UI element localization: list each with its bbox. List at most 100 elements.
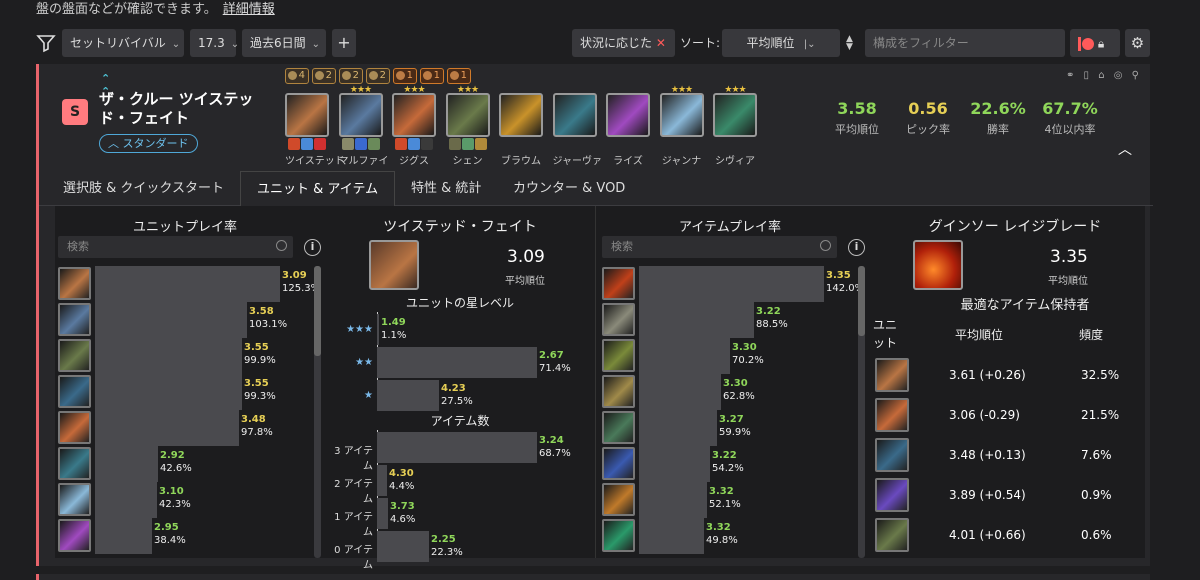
item-list-scrollbar[interactable] xyxy=(858,266,865,558)
unit-row[interactable]: 3.55 99.9% xyxy=(58,338,323,374)
item-row[interactable]: 3.22 54.2% xyxy=(602,446,867,482)
tab-options[interactable]: 選択肢 & クイックスタート xyxy=(47,171,240,207)
close-icon[interactable]: ✕ xyxy=(656,36,666,50)
holder-row[interactable]: 3.61 (+0.26) 32.5% xyxy=(875,358,1135,394)
unit-row[interactable]: 3.48 97.8% xyxy=(58,410,323,446)
unit-slot[interactable]: ★★★ シェン xyxy=(445,85,490,167)
item-row[interactable]: 3.35 142.0% xyxy=(602,266,867,302)
item-icon xyxy=(314,138,326,150)
trait-badge[interactable]: 1 xyxy=(393,68,417,84)
trait-badge[interactable]: 2 xyxy=(312,68,336,84)
unit-slot[interactable]: ツイステッド xyxy=(285,93,345,167)
unit-search-input[interactable]: 検索 xyxy=(58,236,293,258)
trait-badge[interactable]: 1 xyxy=(420,68,444,84)
item-row[interactable]: 3.22 88.5% xyxy=(602,302,867,338)
trait-badge[interactable]: 2 xyxy=(339,68,363,84)
item-icon xyxy=(408,138,420,150)
unit-row[interactable]: 2.95 38.4% xyxy=(58,518,323,554)
tab-traits-stats[interactable]: 特性 & 統計 xyxy=(395,171,497,207)
unit-row[interactable]: 2.92 42.6% xyxy=(58,446,323,482)
play-rate-bar xyxy=(639,266,824,302)
item-row[interactable]: 3.27 59.9% xyxy=(602,410,867,446)
sort-select[interactable]: 平均順位 |⌄ xyxy=(722,29,840,57)
set-select[interactable]: セットリバイバル ⌄ xyxy=(62,29,184,57)
unit-stars: ★★★ xyxy=(403,85,425,95)
unit-row[interactable]: 3.10 42.3% xyxy=(58,482,323,518)
item-thumb xyxy=(602,303,635,336)
sort-direction-icon[interactable]: ▲ ▼ xyxy=(846,35,853,52)
unit-row[interactable]: 3.55 99.3% xyxy=(58,374,323,410)
stat-bar xyxy=(377,380,439,411)
unit-name: ツイステッド xyxy=(285,156,345,167)
item-icon xyxy=(395,138,407,150)
chevron-down-icon: ⌄ xyxy=(230,39,240,50)
collapse-icon[interactable]: ︿ xyxy=(1118,139,1132,159)
period-select[interactable]: 過去6日間 ⌄ xyxy=(242,29,326,57)
play-rate-bar xyxy=(639,338,730,374)
trait-badge[interactable]: 2 xyxy=(366,68,390,84)
details-link[interactable]: 詳細情報 xyxy=(223,2,275,17)
unit-items xyxy=(497,138,545,151)
lock-toggle[interactable]: 🔒︎ xyxy=(1070,29,1120,57)
situational-chip[interactable]: 状況に応じた ✕ xyxy=(572,29,675,57)
unit-items xyxy=(711,138,759,151)
tab-counters-vod[interactable]: カウンター & VOD xyxy=(497,171,641,207)
scroll-thumb[interactable] xyxy=(858,266,865,336)
unit-list-scrollbar[interactable] xyxy=(314,266,321,558)
tab-units-items[interactable]: ユニット & アイテム xyxy=(240,171,396,207)
unit-slot[interactable]: ★★★ ジグス xyxy=(390,85,438,167)
avg-placement: 3.30 xyxy=(732,342,757,353)
item-row[interactable]: 3.30 70.2% xyxy=(602,338,867,374)
info-icon[interactable]: i xyxy=(848,239,865,256)
holder-row[interactable]: 3.89 (+0.54) 0.9% xyxy=(875,478,1135,514)
item-detail-icon xyxy=(913,240,963,290)
item-thumb xyxy=(602,447,635,480)
unit-portrait xyxy=(445,93,490,137)
trait-badge[interactable]: 4 xyxy=(285,68,309,84)
gear-icon[interactable]: ⚙ xyxy=(1125,29,1150,57)
unit-name: ジャンナ xyxy=(661,156,702,167)
stat-row: 2 アイテム 4.30 4.4% xyxy=(325,465,575,505)
scroll-thumb[interactable] xyxy=(314,266,321,356)
holder-row[interactable]: 3.48 (+0.13) 7.6% xyxy=(875,438,1135,474)
trait-badge[interactable]: 1 xyxy=(447,68,471,84)
trait-count: 1 xyxy=(460,70,467,81)
stat-value: 22.6% xyxy=(970,99,1026,118)
unit-row[interactable]: 3.09 125.3% xyxy=(58,266,323,302)
playstyle-badge-label: スタンダード xyxy=(122,137,189,150)
unit-row[interactable]: 3.58 103.1% xyxy=(58,302,323,338)
holder-freq: 0.6% xyxy=(1081,528,1112,542)
play-rate-bar xyxy=(95,446,158,482)
filter-icon[interactable] xyxy=(36,33,56,53)
item-row[interactable]: 3.30 62.8% xyxy=(602,374,867,410)
stat-bar xyxy=(377,347,537,378)
unit-slot[interactable]: ジャーヴァ xyxy=(552,93,602,167)
unit-slot[interactable]: ★★★ シヴィア xyxy=(711,85,759,167)
stat-label: 平均順位 xyxy=(835,123,879,136)
item-search-input[interactable]: 検索 xyxy=(602,236,837,258)
comp-filter-input[interactable]: 構成をフィルター xyxy=(865,29,1065,57)
item-detail-name: グインソー レイジブレード xyxy=(928,219,1102,235)
holder-row[interactable]: 4.01 (+0.66) 0.6% xyxy=(875,518,1135,554)
unit-thumb xyxy=(58,483,91,516)
toolbar: セットリバイバル ⌄ 17.3 ⌄ 過去6日間 ⌄ + 状況に応じた ✕ ソート: 平… xyxy=(36,29,1150,57)
play-rate-bar xyxy=(95,302,247,338)
avg-placement: 3.32 xyxy=(709,486,734,497)
info-icon[interactable]: i xyxy=(304,239,321,256)
item-row[interactable]: 3.32 49.8% xyxy=(602,518,867,554)
trait-icon xyxy=(423,71,432,80)
card-action-icons[interactable]: ⚭ ▯ ⌂ ◎ ⚲ xyxy=(1066,70,1142,81)
unit-slot[interactable]: ★★★ マルファイ xyxy=(338,85,389,167)
stat-row-label: ★★ xyxy=(355,357,373,368)
add-button[interactable]: + xyxy=(332,29,356,57)
set-select-value: セットリバイバル xyxy=(70,36,166,50)
unit-slot[interactable]: ★★★ ジャンナ xyxy=(659,85,704,167)
patch-select[interactable]: 17.3 ⌄ xyxy=(190,29,240,57)
unit-items xyxy=(390,138,438,151)
stat-label: ピック率 xyxy=(906,123,950,136)
item-row[interactable]: 3.32 52.1% xyxy=(602,482,867,518)
holder-row[interactable]: 3.06 (-0.29) 21.5% xyxy=(875,398,1135,434)
trait-icon xyxy=(450,71,459,80)
unit-slot[interactable]: ブラウム xyxy=(499,93,543,167)
unit-slot[interactable]: ライズ xyxy=(606,93,650,167)
